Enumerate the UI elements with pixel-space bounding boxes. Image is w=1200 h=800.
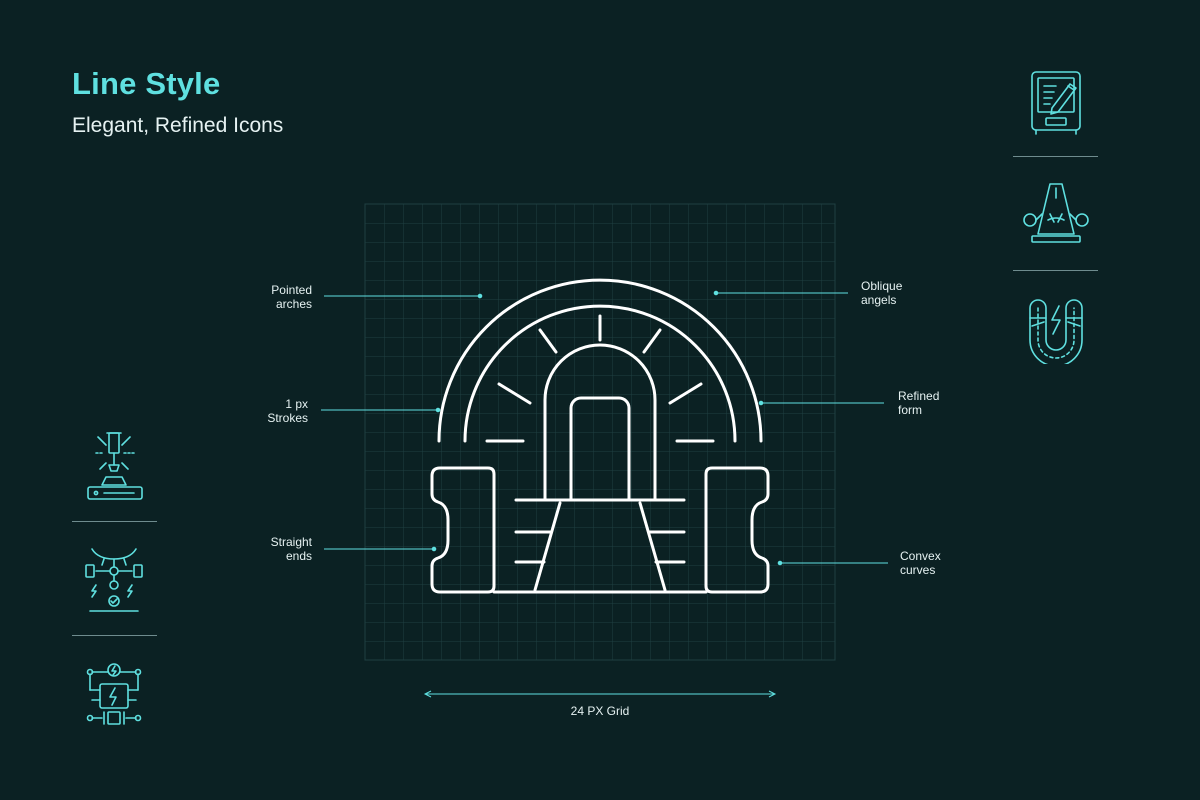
label-refined-form: Refined form	[898, 389, 940, 417]
construction-diagram	[321, 203, 888, 698]
grid-caption: 24 PX Grid	[570, 704, 630, 718]
left-divider-1	[72, 521, 157, 522]
power-circuit-board-icon	[86, 663, 142, 725]
tablet-pencil-icon	[1031, 71, 1081, 135]
label-oblique-angels: Oblique angels	[861, 279, 903, 307]
left-divider-2	[72, 635, 157, 636]
metronome-icon	[1023, 183, 1089, 243]
grid-measure-line	[423, 690, 777, 698]
right-divider-2	[1013, 270, 1098, 271]
robot-arm-circuit-icon	[85, 548, 143, 612]
label-strokes: 1 px Strokes	[267, 397, 308, 425]
label-convex-curves: Convex curves	[900, 549, 941, 577]
label-straight-ends: Straight ends	[270, 535, 312, 563]
magnet-energy-icon	[1029, 299, 1083, 364]
laser-machine-icon	[87, 432, 143, 500]
label-pointed-arches: Pointed arches	[271, 283, 312, 311]
right-divider-1	[1013, 156, 1098, 157]
